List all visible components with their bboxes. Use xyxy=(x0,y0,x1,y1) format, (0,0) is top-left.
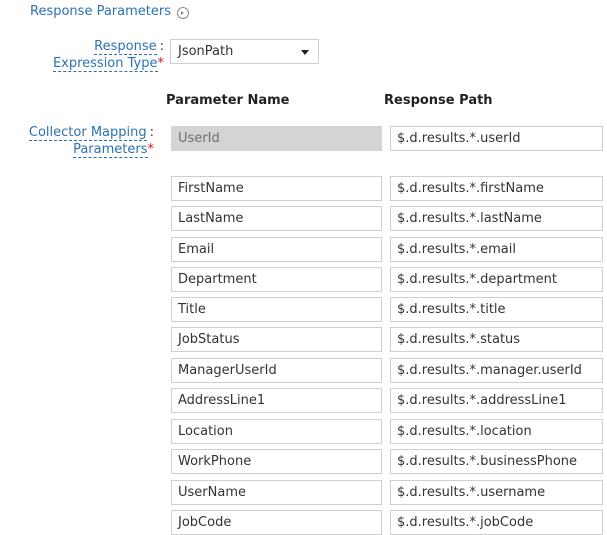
table-row: Title $.d.results.*.title xyxy=(171,297,603,322)
response-path-field[interactable]: $.d.results.*.title xyxy=(390,297,603,322)
parameter-name-field[interactable]: ManagerUserId xyxy=(171,358,382,383)
table-row: JobStatus $.d.results.*.status xyxy=(171,327,603,352)
table-row: UserId $.d.results.*.userId xyxy=(171,126,603,151)
response-path-field[interactable]: $.d.results.*.location xyxy=(390,419,603,444)
response-path-field[interactable]: $.d.results.*.department xyxy=(390,267,603,292)
parameter-name-field[interactable]: UserName xyxy=(171,480,382,505)
parameter-name-field[interactable]: Department xyxy=(171,267,382,292)
collector-mapping-label-line2: Parameters xyxy=(73,142,148,158)
required-marker: * xyxy=(157,56,165,71)
response-path-field[interactable]: $.d.results.*.lastName xyxy=(390,206,603,231)
response-expression-type-select[interactable]: JsonPath xyxy=(170,39,319,64)
help-circle-arrow-icon[interactable] xyxy=(176,6,189,19)
parameter-name-field[interactable]: Location xyxy=(171,419,382,444)
required-marker: * xyxy=(147,142,155,157)
response-expression-type-label-line1: Response xyxy=(94,39,157,55)
table-row: WorkPhone $.d.results.*.businessPhone xyxy=(171,449,603,474)
response-path-header: Response Path xyxy=(384,93,493,108)
response-path-field[interactable]: $.d.results.*.businessPhone xyxy=(390,449,603,474)
parameter-name-field[interactable]: LastName xyxy=(171,206,382,231)
section-title: Response Parameters xyxy=(30,4,189,19)
table-row: JobCode $.d.results.*.jobCode xyxy=(171,510,603,535)
response-path-field[interactable]: $.d.results.*.jobCode xyxy=(390,510,603,535)
table-row: Location $.d.results.*.location xyxy=(171,419,603,444)
parameter-name-field[interactable]: JobCode xyxy=(171,510,382,535)
collector-mapping-label-line1: Collector Mapping xyxy=(28,125,147,141)
response-expression-type-value: JsonPath xyxy=(178,44,234,59)
response-expression-type-label-line2: Expression Type xyxy=(52,56,158,72)
parameter-name-field[interactable]: WorkPhone xyxy=(171,449,382,474)
parameter-name-field[interactable]: FirstName xyxy=(171,176,382,201)
table-row: UserName $.d.results.*.username xyxy=(171,480,603,505)
response-path-field[interactable]: $.d.results.*.firstName xyxy=(390,176,603,201)
response-expression-type-label: Response: Expression Type* xyxy=(52,39,165,72)
table-row: Email $.d.results.*.email xyxy=(171,237,603,262)
chevron-down-icon xyxy=(301,50,309,55)
parameter-name-field[interactable]: JobStatus xyxy=(171,327,382,352)
table-row: ManagerUserId $.d.results.*.manager.userI… xyxy=(171,358,603,383)
response-path-field[interactable]: $.d.results.*.username xyxy=(390,480,603,505)
response-path-field[interactable]: $.d.results.*.email xyxy=(390,237,603,262)
response-path-field[interactable]: $.d.results.*.userId xyxy=(390,126,603,151)
response-path-field[interactable]: $.d.results.*.status xyxy=(390,327,603,352)
table-row: FirstName $.d.results.*.firstName xyxy=(171,176,603,201)
parameter-name-field[interactable]: AddressLine1 xyxy=(171,388,382,413)
table-row: LastName $.d.results.*.lastName xyxy=(171,206,603,231)
parameter-name-header: Parameter Name xyxy=(166,93,290,108)
section-title-text: Response Parameters xyxy=(30,4,171,19)
response-path-field[interactable]: $.d.results.*.addressLine1 xyxy=(390,388,603,413)
parameter-name-field[interactable]: Title xyxy=(171,297,382,322)
response-path-field[interactable]: $.d.results.*.manager.userId xyxy=(390,358,603,383)
parameter-name-field: UserId xyxy=(171,126,382,151)
parameter-name-field[interactable]: Email xyxy=(171,237,382,262)
table-row: Department $.d.results.*.department xyxy=(171,267,603,292)
table-row: AddressLine1 $.d.results.*.addressLine1 xyxy=(171,388,603,413)
collector-mapping-parameters-label: Collector Mapping: Parameters* xyxy=(28,125,155,158)
